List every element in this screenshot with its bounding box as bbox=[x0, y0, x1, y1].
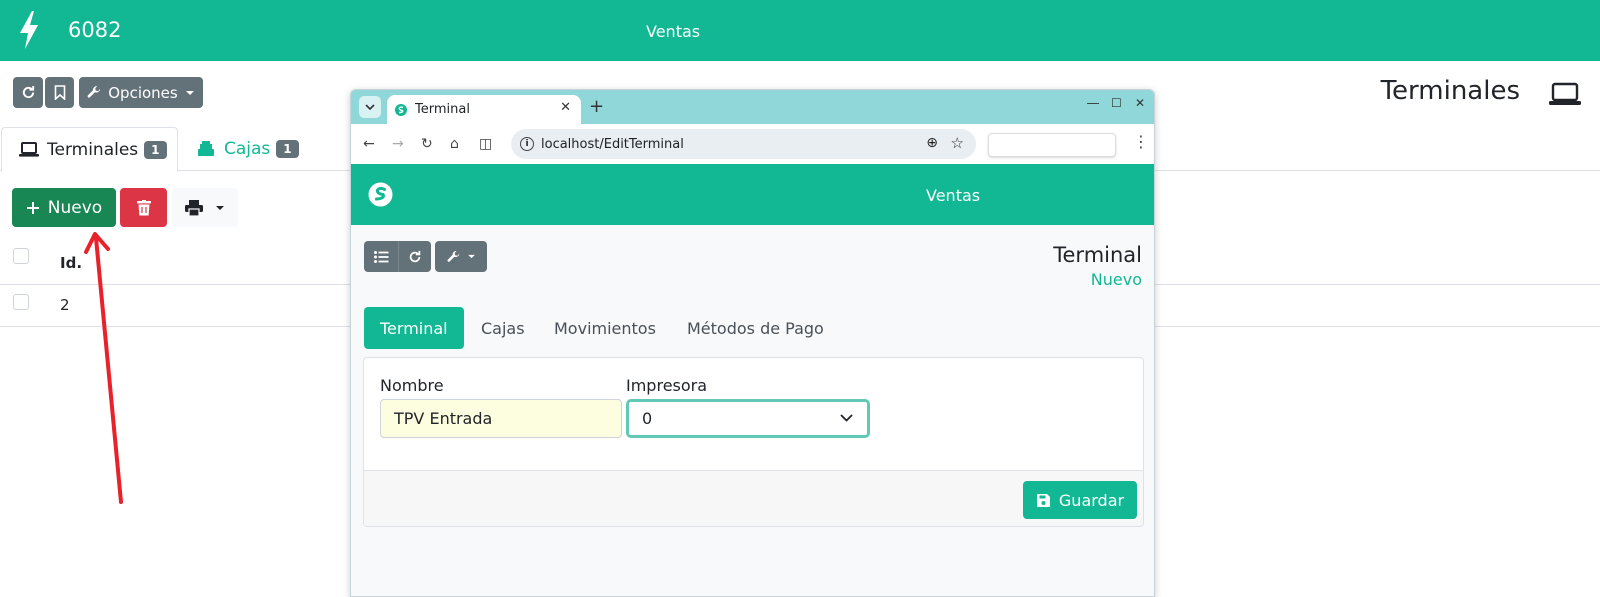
wrench-icon bbox=[447, 250, 459, 262]
tab-cajas[interactable]: Cajas bbox=[465, 307, 541, 349]
save-button-label: Guardar bbox=[1058, 490, 1125, 510]
back-icon[interactable]: ← bbox=[363, 136, 375, 152]
extension-area[interactable] bbox=[988, 133, 1116, 157]
laptop-icon bbox=[1549, 82, 1581, 105]
print-dropdown-button[interactable] bbox=[172, 188, 238, 227]
wrench-icon bbox=[87, 86, 101, 98]
maximize-icon[interactable]: ☐ bbox=[1111, 96, 1122, 110]
select-all-checkbox[interactable] bbox=[13, 248, 29, 264]
site-info-icon[interactable]: i bbox=[520, 137, 534, 151]
row-checkbox[interactable] bbox=[13, 294, 29, 310]
site-favicon-icon bbox=[395, 103, 407, 116]
refresh-button[interactable] bbox=[13, 77, 43, 108]
nav-section-ventas[interactable]: Ventas bbox=[646, 22, 700, 41]
url-text: localhost/EditTerminal bbox=[541, 136, 684, 152]
refresh-icon bbox=[22, 85, 34, 99]
browser-tab-title: Terminal bbox=[415, 102, 470, 117]
annotation-arrow bbox=[84, 232, 123, 504]
name-label: Nombre bbox=[380, 376, 444, 395]
printer-label: Impresora bbox=[626, 376, 708, 395]
tab-cajas[interactable]: Cajas 1 bbox=[197, 127, 307, 171]
list-refresh-group bbox=[364, 241, 431, 272]
minimize-icon[interactable]: ― bbox=[1087, 96, 1099, 110]
zoom-icon[interactable]: ⊕ bbox=[926, 135, 938, 151]
browser-tabstrip: Terminal ✕ + ― ☐ ✕ bbox=[351, 90, 1154, 124]
floppy-disk-icon bbox=[1036, 493, 1050, 507]
tab-terminales-label: Terminales bbox=[47, 139, 139, 160]
tab-cajas-count: 1 bbox=[276, 140, 299, 158]
tab-terminales[interactable]: Terminales 1 bbox=[1, 127, 178, 172]
form-footer: Guardar bbox=[364, 470, 1143, 526]
options-dropdown-button[interactable]: Opciones bbox=[79, 77, 203, 108]
reading-mode-icon[interactable]: ◫ bbox=[479, 136, 492, 152]
list-button[interactable] bbox=[365, 241, 398, 272]
browser-tab-terminal[interactable]: Terminal ✕ bbox=[387, 95, 581, 124]
table-row[interactable]: 2 bbox=[60, 296, 70, 314]
inner-navbar: Ventas bbox=[351, 164, 1154, 225]
tab-search-button[interactable] bbox=[359, 96, 381, 118]
chevron-down-icon bbox=[365, 104, 375, 110]
tab-terminales-count: 1 bbox=[144, 140, 167, 159]
refresh-button[interactable] bbox=[397, 241, 431, 272]
printer-select-value: 0 bbox=[642, 409, 653, 428]
record-subtitle: Nuevo bbox=[1090, 270, 1142, 289]
browser-menu-icon[interactable]: ⋮ bbox=[1133, 132, 1149, 151]
save-button[interactable]: Guardar bbox=[1023, 481, 1137, 519]
printer-icon bbox=[185, 199, 203, 216]
new-tab-icon[interactable]: + bbox=[589, 96, 604, 117]
trash-icon bbox=[136, 199, 151, 215]
new-button-label: Nuevo bbox=[47, 197, 103, 218]
refresh-icon bbox=[409, 250, 420, 262]
laptop-icon bbox=[19, 142, 39, 157]
bookmark-icon bbox=[54, 85, 65, 100]
forward-icon[interactable]: → bbox=[392, 136, 404, 152]
address-toolbar: ← → ↻ ⌂ ◫ i localhost/EditTerminal ⊕ ☆ ⋮ bbox=[351, 124, 1154, 164]
bookmark-button[interactable] bbox=[45, 77, 74, 108]
caret-down-icon bbox=[467, 254, 475, 259]
reload-icon[interactable]: ↻ bbox=[421, 136, 433, 152]
caret-down-icon bbox=[216, 205, 224, 210]
top-navbar: 6082 Ventas bbox=[0, 0, 1600, 61]
browser-popup-window: Terminal ✕ + ― ☐ ✕ ← → ↻ ⌂ ◫ i localhost… bbox=[350, 89, 1155, 597]
printer-select[interactable]: 0 bbox=[626, 399, 870, 438]
plus-icon bbox=[26, 201, 39, 214]
options-dropdown-button[interactable] bbox=[435, 241, 487, 272]
delete-button[interactable] bbox=[120, 188, 167, 227]
close-tab-icon[interactable]: ✕ bbox=[560, 100, 571, 115]
app-number[interactable]: 6082 bbox=[68, 18, 121, 42]
name-field[interactable]: TPV Entrada bbox=[380, 399, 622, 438]
options-label: Opciones bbox=[108, 83, 178, 102]
tab-metodos-de-pago[interactable]: Métodos de Pago bbox=[671, 307, 840, 349]
app-logo-icon[interactable] bbox=[368, 182, 393, 207]
caret-down-icon bbox=[185, 90, 194, 95]
tab-cajas-label: Cajas bbox=[224, 139, 271, 159]
tab-movimientos[interactable]: Movimientos bbox=[538, 307, 672, 349]
edit-form-card: Nombre Impresora TPV Entrada 0 Guardar bbox=[363, 357, 1144, 527]
record-title: Terminal bbox=[1053, 243, 1142, 267]
cash-register-icon bbox=[198, 141, 214, 156]
new-button[interactable]: Nuevo bbox=[12, 188, 116, 227]
list-icon bbox=[373, 250, 388, 263]
bookmark-star-icon[interactable]: ☆ bbox=[951, 134, 964, 152]
chevron-down-icon bbox=[840, 414, 853, 422]
home-icon[interactable]: ⌂ bbox=[450, 136, 459, 152]
page-title: Terminales bbox=[1380, 76, 1520, 106]
url-bar[interactable]: i localhost/EditTerminal ⊕ ☆ bbox=[511, 129, 976, 159]
tab-terminal[interactable]: Terminal bbox=[364, 307, 464, 349]
inner-nav-section-ventas[interactable]: Ventas bbox=[926, 186, 980, 205]
close-window-icon[interactable]: ✕ bbox=[1135, 96, 1145, 110]
column-header-id[interactable]: Id. bbox=[60, 254, 82, 272]
bolt-logo-icon[interactable] bbox=[16, 10, 42, 50]
